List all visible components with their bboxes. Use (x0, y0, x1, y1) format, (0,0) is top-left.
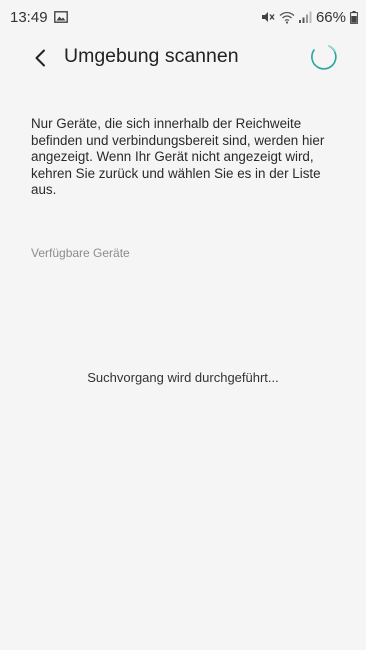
scanning-status-text: Suchvorgang wird durchgeführt... (87, 370, 279, 385)
status-time: 13:49 (10, 8, 48, 26)
wifi-icon (279, 11, 295, 24)
section-label-available-devices: Verfügbare Geräte (31, 246, 130, 260)
page-title: Umgebung scannen (64, 45, 239, 67)
gallery-notification-icon (53, 11, 68, 23)
battery-percent: 66% (315, 8, 346, 26)
mute-icon (261, 11, 275, 23)
status-bar-left: 13:49 (10, 9, 68, 26)
battery-icon (350, 10, 358, 24)
info-text: Nur Geräte, die sich innerhalb der Reich… (31, 116, 325, 198)
app-bar: Umgebung scannen (0, 38, 366, 78)
back-chevron-icon (33, 49, 47, 67)
signal-icon (298, 11, 312, 23)
back-button[interactable] (26, 44, 54, 72)
status-bar: 13:49 66% (0, 0, 366, 34)
loading-spinner-icon (308, 41, 340, 73)
status-bar-right: 66% (261, 9, 358, 26)
